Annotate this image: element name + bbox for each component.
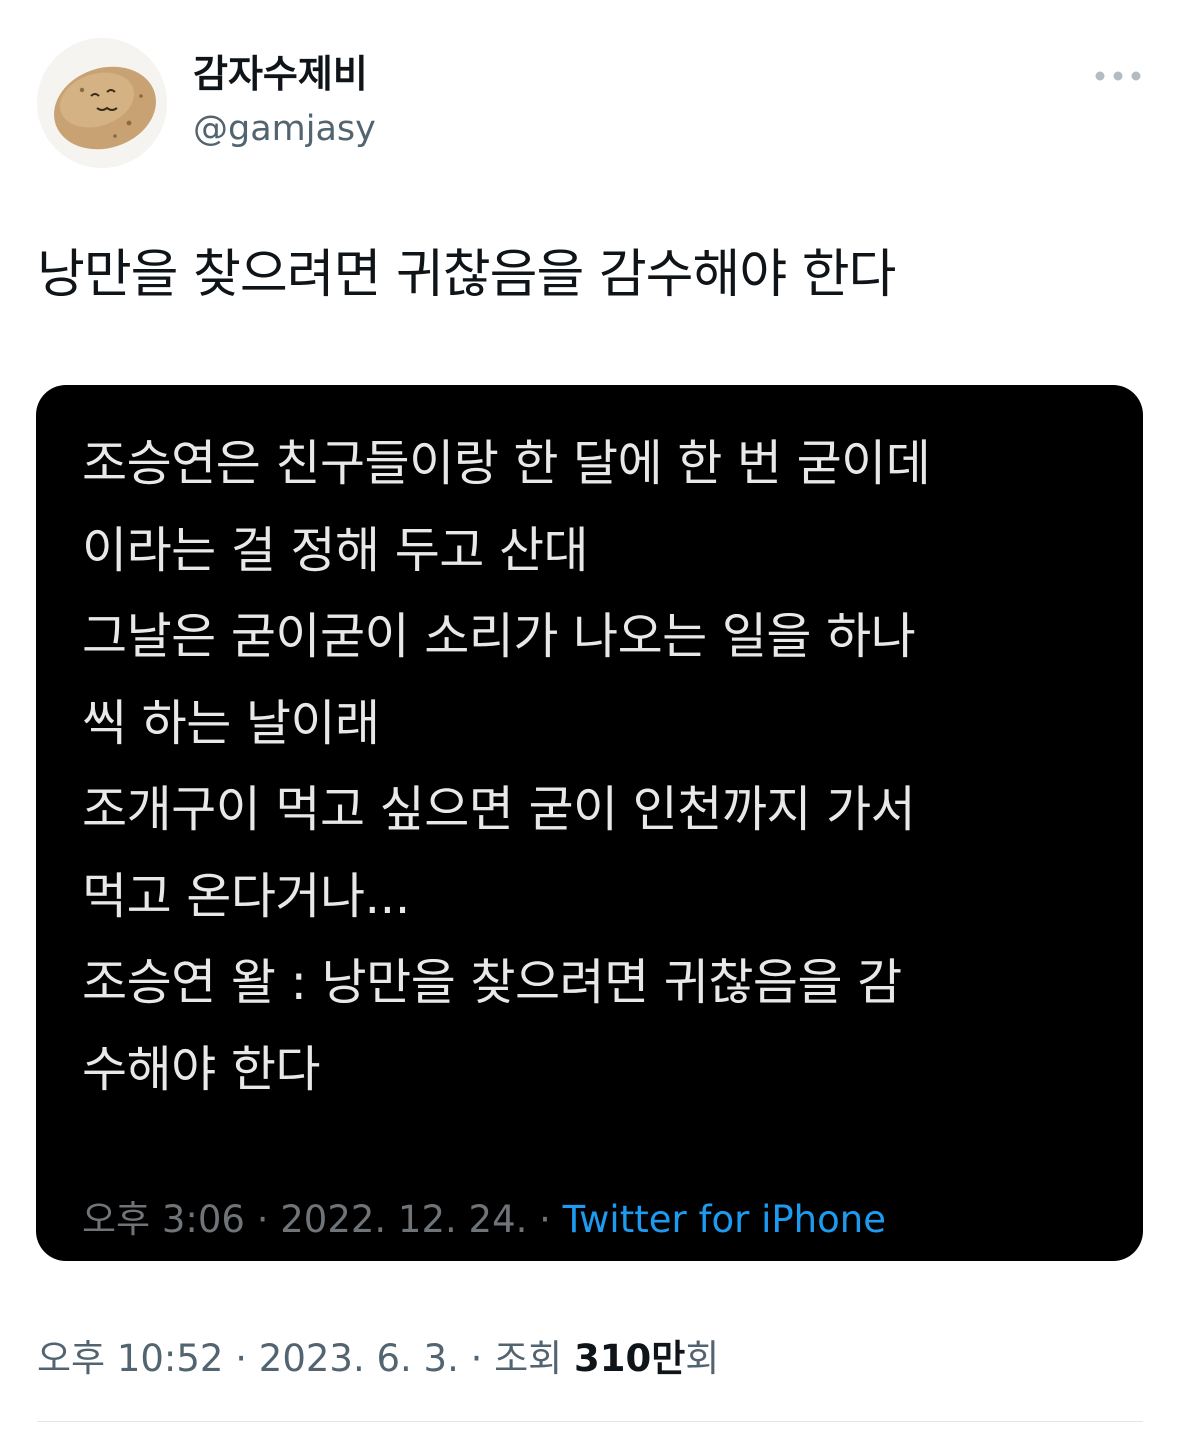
quoted-text: 조승연은 친구들이랑 한 달에 한 번 굳이데 이라는 걸 정해 두고 산대 그… xyxy=(82,421,931,1113)
views-count[interactable]: 310만 xyxy=(574,1337,685,1380)
quoted-text-line: 그날은 굳이굳이 소리가 나오는 일을 하나 xyxy=(82,608,916,665)
tweet-date[interactable]: 2023. 6. 3. xyxy=(259,1337,459,1380)
quoted-text-line: 이라는 걸 정해 두고 산대 xyxy=(82,521,589,579)
quoted-time: 오후 3:06 xyxy=(82,1198,245,1241)
more-options-button[interactable] xyxy=(1086,56,1150,96)
author-display-name[interactable]: 감자수제비 xyxy=(193,50,368,98)
quoted-text-line: 씩 하는 날이래 xyxy=(82,694,380,752)
quoted-text-line: 조승연 왈 : 낭만을 찾으려면 귀찮음을 감 xyxy=(82,954,902,1011)
quoted-text-line: 조개구이 먹고 싶으면 굳이 인천까지 가서 xyxy=(82,781,916,838)
divider xyxy=(37,1421,1143,1422)
quoted-timestamp-row: 오후 3:06 · 2022. 12. 24. · Twitter for iP… xyxy=(82,1197,886,1243)
views-suffix: 회 xyxy=(685,1337,720,1380)
author-handle[interactable]: @gamjasy xyxy=(193,106,376,152)
quoted-text-line: 수해야 한다 xyxy=(82,1040,320,1098)
quoted-separator: · xyxy=(256,1198,269,1241)
tweet-text: 낭만을 찾으려면 귀찮음을 감수해야 한다 xyxy=(37,245,896,305)
quoted-text-line: 먹고 온다거나... xyxy=(82,867,410,925)
quoted-text-line: 조승연은 친구들이랑 한 달에 한 번 굳이데 xyxy=(82,435,931,492)
quoted-date: 2022. 12. 24. xyxy=(280,1198,528,1241)
meta-separator: · xyxy=(470,1337,483,1380)
views-label: 조회 xyxy=(494,1337,563,1380)
potato-face-icon xyxy=(37,38,167,168)
author-avatar[interactable] xyxy=(37,38,167,168)
meta-separator: · xyxy=(235,1337,248,1380)
tweet-metadata-row: 오후 10:52 · 2023. 6. 3. · 조회 310만회 xyxy=(37,1335,719,1383)
attached-screenshot[interactable]: 조승연은 친구들이랑 한 달에 한 번 굳이데 이라는 걸 정해 두고 산대 그… xyxy=(36,385,1143,1261)
quoted-source: Twitter for iPhone xyxy=(562,1198,886,1241)
quoted-separator: · xyxy=(539,1198,551,1241)
more-dots-icon xyxy=(1095,71,1141,81)
tweet-time[interactable]: 오후 10:52 xyxy=(37,1337,223,1380)
